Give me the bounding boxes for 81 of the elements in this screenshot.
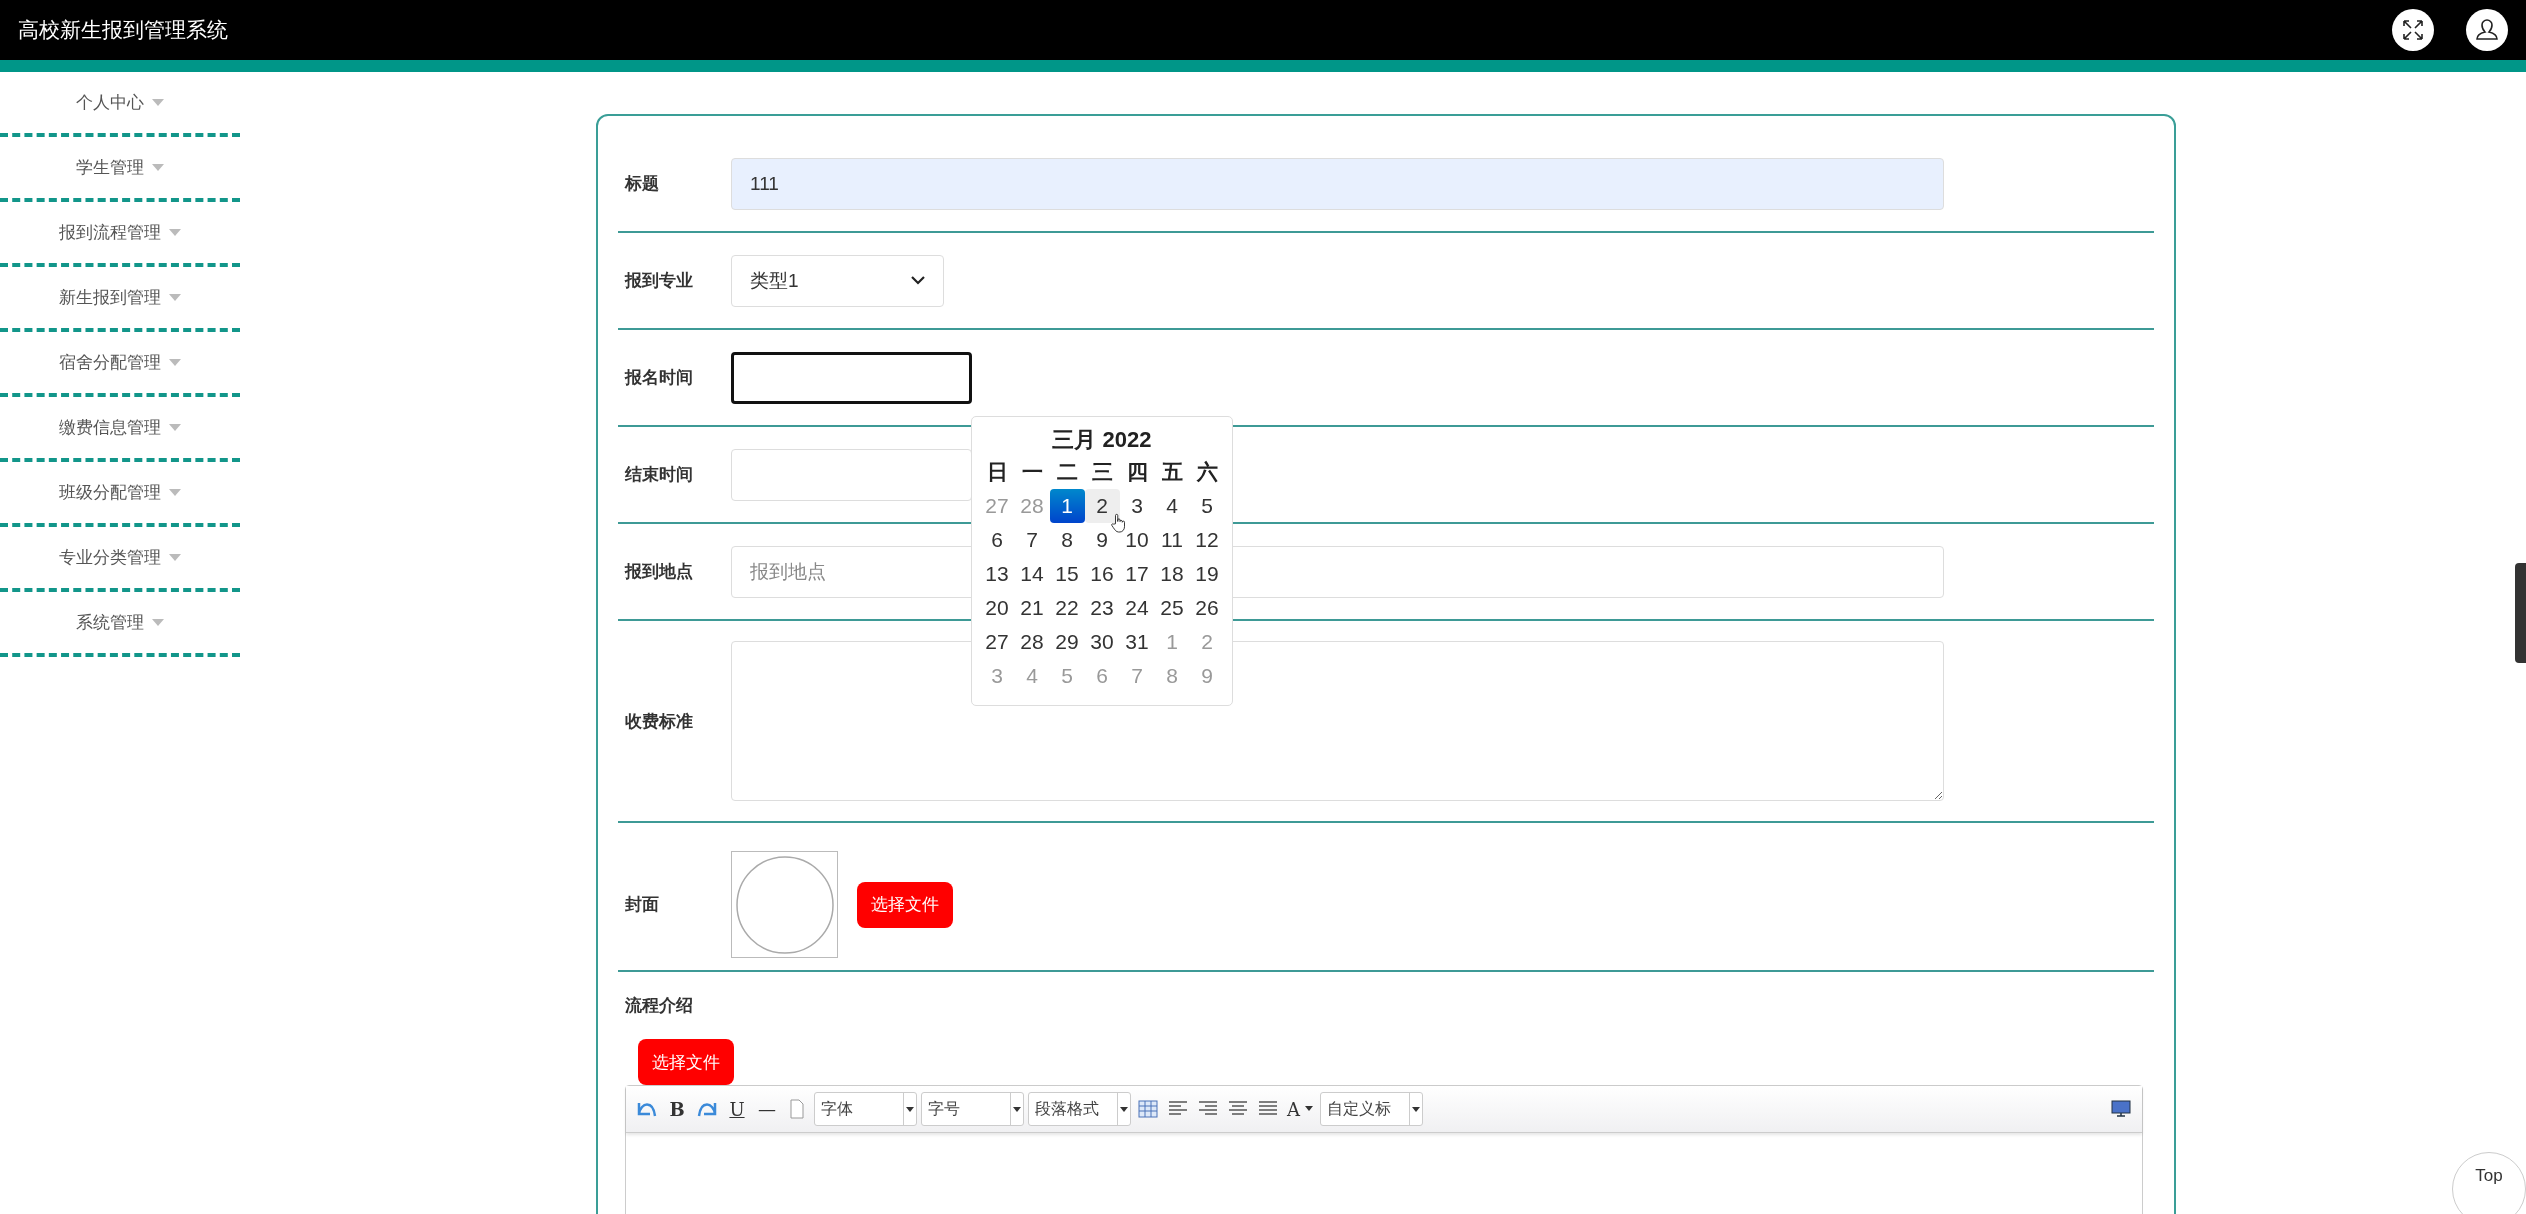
caret-icon — [1120, 1106, 1128, 1112]
calendar-day[interactable]: 19 — [1189, 557, 1225, 591]
sidebar-item[interactable]: 缴费信息管理 — [0, 397, 240, 462]
expand-arrows-icon — [2401, 18, 2425, 42]
chevron-down-icon — [911, 276, 925, 285]
toolbar-dropdown[interactable]: 字体 — [814, 1092, 917, 1126]
calendar-day[interactable]: 31 — [1119, 625, 1155, 659]
sidebar-item[interactable]: 个人中心 — [0, 72, 240, 137]
calendar-day[interactable]: 4 — [1154, 489, 1190, 523]
bold-button[interactable]: B — [664, 1095, 690, 1123]
calendar-day[interactable]: 15 — [1049, 557, 1085, 591]
sidebar-item[interactable]: 新生报到管理 — [0, 267, 240, 332]
monitor-icon — [2111, 1099, 2131, 1119]
caret-icon — [1304, 1106, 1314, 1112]
user-icon — [2474, 17, 2500, 43]
calendar-day[interactable]: 14 — [1014, 557, 1050, 591]
table-icon — [1138, 1099, 1158, 1119]
caret-icon — [1013, 1106, 1021, 1112]
caret-icon — [152, 164, 164, 171]
calendar-day[interactable]: 2 — [1084, 489, 1120, 523]
sidebar-item[interactable]: 学生管理 — [0, 137, 240, 202]
back-to-top-button[interactable]: Top — [2452, 1152, 2526, 1214]
caret-icon — [169, 294, 181, 301]
field-label: 封面 — [625, 894, 660, 916]
caret-icon — [169, 424, 181, 431]
weekday-label: 二 — [1055, 459, 1079, 485]
font-color-button[interactable]: A — [1285, 1095, 1316, 1123]
caret-icon — [169, 489, 181, 496]
choose-file-button[interactable]: 选择文件 — [638, 1039, 734, 1085]
rich-text-editor[interactable]: B U — 字体 字号 段落格式 A 自定义标 — [625, 1085, 2143, 1214]
caret-icon — [906, 1106, 914, 1112]
weekday-label: 六 — [1195, 459, 1219, 485]
toolbar-dropdown[interactable]: 段落格式 — [1028, 1092, 1131, 1126]
sidebar-item[interactable]: 系统管理 — [0, 592, 240, 657]
hand-cursor-icon — [1111, 513, 1126, 533]
weekday-label: 四 — [1125, 459, 1149, 485]
date-field[interactable] — [731, 351, 972, 404]
weekday-label: 日 — [985, 459, 1009, 485]
fullscreen-button[interactable] — [2392, 9, 2434, 51]
sidebar-item[interactable]: 专业分类管理 — [0, 527, 240, 592]
calendar-day[interactable]: 5 — [1189, 489, 1225, 523]
sidebar-item[interactable]: 报到流程管理 — [0, 202, 240, 267]
calendar-day[interactable]: 28 — [1014, 625, 1050, 659]
choose-file-button[interactable]: 选择文件 — [857, 881, 953, 928]
sidebar-item[interactable]: 宿舍分配管理 — [0, 332, 240, 397]
user-button[interactable] — [2466, 9, 2508, 51]
field-label: 报到专业 — [625, 270, 694, 292]
field-label: 报到地点 — [625, 561, 694, 583]
underline-button[interactable]: U — [724, 1095, 750, 1123]
toolbar-dropdown[interactable]: 自定义标 — [1320, 1092, 1423, 1126]
weekday-label: 一 — [1020, 459, 1044, 485]
calendar-day[interactable]: 3 — [1119, 489, 1155, 523]
caret-icon — [169, 359, 181, 366]
page-icon — [787, 1099, 807, 1119]
sidebar-item[interactable]: 班级分配管理 — [0, 462, 240, 527]
caret-icon — [152, 619, 164, 626]
app-title: 高校新生报到管理系统 — [18, 17, 229, 43]
calendar-day[interactable]: 1 — [1049, 489, 1085, 523]
field-label: 结束时间 — [625, 464, 694, 486]
field-label: 标题 — [625, 173, 660, 195]
calendar-day[interactable]: 17 — [1119, 557, 1155, 591]
weekday-label: 三 — [1090, 459, 1114, 485]
caret-icon — [152, 99, 164, 106]
text-field[interactable]: 111 — [731, 157, 1944, 210]
calendar-day[interactable]: 30 — [1084, 625, 1120, 659]
toolbar-dropdown[interactable]: 字号 — [921, 1092, 1024, 1126]
weekday-label: 五 — [1160, 459, 1184, 485]
caret-icon — [169, 554, 181, 561]
calendar-day[interactable]: 27 — [979, 625, 1015, 659]
calendar-day[interactable]: 16 — [1084, 557, 1120, 591]
month-title[interactable]: 三月 2022 — [978, 425, 1226, 455]
field-label: 流程介绍 — [625, 995, 693, 1017]
calendar-day[interactable]: 18 — [1154, 557, 1190, 591]
caret-icon — [1412, 1106, 1420, 1112]
field-label: 收费标准 — [625, 710, 694, 733]
caret-icon — [169, 229, 181, 236]
horizontal-rule-button[interactable]: — — [754, 1095, 780, 1123]
calendar-day[interactable]: 29 — [1049, 625, 1085, 659]
field-label: 报名时间 — [625, 367, 694, 389]
select-field[interactable]: 类型1 — [731, 254, 944, 307]
calendar-day[interactable]: 13 — [979, 557, 1015, 591]
